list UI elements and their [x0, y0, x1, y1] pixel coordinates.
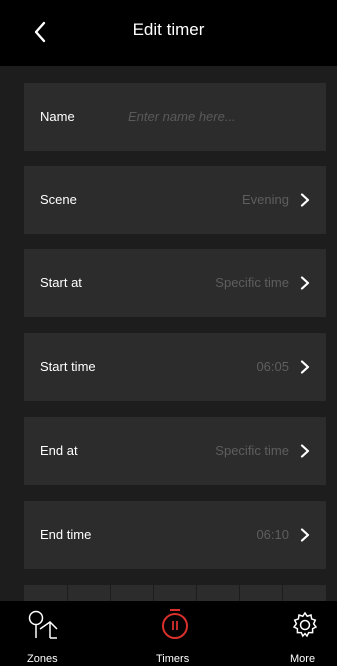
end-at-label: End at — [40, 443, 78, 458]
start-time-label: Start time — [40, 359, 96, 374]
header-bar: Edit timer — [0, 0, 337, 66]
zones-icon — [28, 610, 58, 639]
gear-icon — [292, 611, 318, 638]
chevron-right-icon — [300, 193, 310, 207]
tab-timers[interactable]: Timers — [118, 601, 218, 666]
end-time-row[interactable]: End time 06:10 — [24, 501, 326, 569]
scene-value: Evening — [242, 192, 289, 207]
name-label: Name — [40, 109, 75, 124]
weekday-selector-partial[interactable] — [24, 585, 326, 601]
tab-more[interactable]: More — [237, 601, 337, 666]
start-at-row[interactable]: Start at Specific time — [24, 249, 326, 317]
chevron-right-icon — [300, 360, 310, 374]
end-time-value: 06:10 — [256, 527, 289, 542]
end-at-value: Specific time — [215, 443, 289, 458]
end-time-label: End time — [40, 527, 92, 542]
name-row[interactable]: Name Enter name here... — [24, 83, 326, 151]
start-time-value: 06:05 — [256, 359, 289, 374]
tab-zones[interactable]: Zones — [0, 601, 100, 666]
chevron-right-icon — [300, 444, 310, 458]
tab-more-label: More — [290, 653, 316, 665]
chevron-right-icon — [300, 276, 310, 290]
form-content[interactable]: Name Enter name here... Scene Evening St… — [0, 66, 337, 601]
timer-icon — [162, 609, 188, 639]
chevron-right-icon — [300, 528, 310, 542]
start-time-row[interactable]: Start time 06:05 — [24, 333, 326, 401]
tab-timers-label: Timers — [156, 653, 190, 665]
name-input[interactable]: Enter name here... — [128, 109, 236, 124]
start-at-value: Specific time — [215, 275, 289, 290]
tab-zones-label: Zones — [27, 653, 58, 665]
end-at-row[interactable]: End at Specific time — [24, 417, 326, 485]
start-at-label: Start at — [40, 275, 82, 290]
scene-label: Scene — [40, 192, 77, 207]
page-title: Edit timer — [132, 20, 205, 39]
tab-bar: Zones Timers More — [0, 601, 337, 666]
scene-row[interactable]: Scene Evening — [24, 166, 326, 234]
